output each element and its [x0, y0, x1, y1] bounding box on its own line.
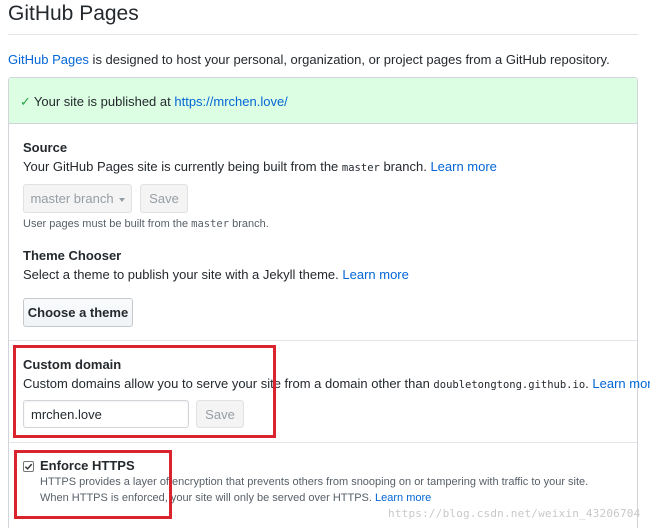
settings-panel: ✓ Your site is published at https://mrche… — [8, 77, 650, 528]
https-learn-more-link[interactable]: Learn more — [375, 492, 431, 504]
source-desc-text: Your GitHub Pages site is currently bein… — [23, 159, 342, 174]
theme-description: Select a theme to publish your site with… — [23, 267, 409, 282]
intro-text: GitHub Pages is designed to host your pe… — [8, 52, 610, 67]
github-pages-link[interactable]: GitHub Pages — [8, 52, 89, 67]
source-title: Source — [23, 140, 68, 155]
default-domain-code: doubletongtong.github.io — [433, 379, 586, 391]
section-divider — [9, 442, 637, 443]
source-save-button[interactable]: Save — [140, 184, 188, 213]
https-line2-text: When HTTPS is enforced, your site will o… — [40, 492, 376, 504]
enforce-https-checkbox[interactable] — [23, 461, 34, 472]
source-description: Your GitHub Pages site is currently bein… — [23, 159, 497, 174]
published-flash: ✓ Your site is published at https://mrche… — [9, 78, 637, 124]
custom-domain-desc-text: Custom domains allow you to serve your s… — [23, 376, 434, 391]
custom-domain-learn-more-link[interactable]: Learn more — [592, 376, 650, 391]
source-note: User pages must be built from the master… — [23, 218, 269, 230]
custom-domain-save-button[interactable]: Save — [196, 400, 244, 428]
intro-description: is designed to host your personal, organ… — [88, 52, 610, 67]
source-note-text: User pages must be built from the — [23, 218, 192, 230]
flash-message: Your site is published at — [33, 94, 175, 109]
theme-title: Theme Chooser — [23, 248, 122, 263]
enforce-https-title: Enforce HTTPS — [40, 458, 135, 473]
custom-domain-title: Custom domain — [23, 357, 122, 372]
source-note-suffix: branch. — [229, 218, 269, 230]
watermark: https://blog.csdn.net/weixin_43206704 — [388, 507, 641, 520]
title-divider — [8, 34, 638, 35]
custom-domain-description: Custom domains allow you to serve your s… — [23, 376, 650, 391]
section-divider — [9, 340, 637, 341]
https-description-line1: HTTPS provides a layer of encryption tha… — [40, 476, 589, 488]
custom-domain-input[interactable] — [23, 400, 189, 428]
https-description-line2: When HTTPS is enforced, your site will o… — [40, 492, 431, 504]
branch-dropdown-label: master branch — [30, 191, 114, 206]
caret-down-icon — [118, 197, 125, 202]
source-branch-code: master — [341, 162, 380, 174]
source-note-code: master — [191, 218, 230, 230]
theme-desc-text: Select a theme to publish your site with… — [23, 267, 343, 282]
source-learn-more-link[interactable]: Learn more — [430, 159, 496, 174]
page-title: GitHub Pages — [8, 2, 139, 25]
source-desc-suffix: branch. — [379, 159, 431, 174]
published-site-link[interactable]: https://mrchen.love/ — [174, 94, 287, 109]
theme-learn-more-link[interactable]: Learn more — [342, 267, 408, 282]
choose-theme-button[interactable]: Choose a theme — [23, 298, 133, 327]
checkbox-checked-icon — [24, 463, 33, 470]
check-icon: ✓ — [20, 94, 31, 109]
branch-dropdown[interactable]: master branch — [23, 184, 132, 213]
